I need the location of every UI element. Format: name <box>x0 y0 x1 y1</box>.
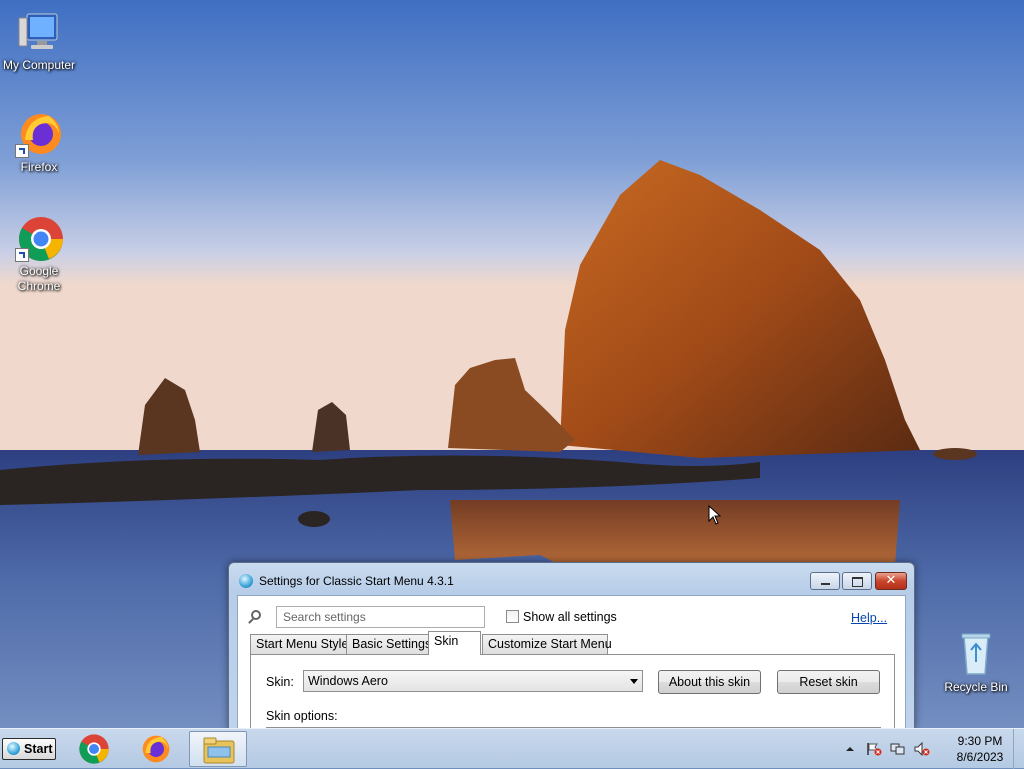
help-link[interactable]: Help... <box>851 611 887 625</box>
computer-icon <box>15 8 63 56</box>
clock-date[interactable]: 8/6/2023 <box>940 750 1020 764</box>
taskbar-app-file-explorer[interactable] <box>189 731 247 767</box>
desktop-icon-label: Google Chrome <box>17 264 61 293</box>
firefox-icon <box>142 735 170 763</box>
desktop-icon-label: Recycle Bin <box>944 680 1008 694</box>
chevron-down-icon <box>630 679 638 684</box>
maximize-button[interactable] <box>842 572 872 590</box>
classic-shell-icon <box>239 574 253 588</box>
action-center-flag-icon[interactable] <box>866 742 882 756</box>
close-button[interactable]: ✕ <box>875 572 907 590</box>
shortcut-arrow-icon <box>15 144 29 158</box>
start-orb-icon <box>7 742 20 755</box>
system-tray: 9:30 PM 8/6/2023 <box>840 729 1024 769</box>
skin-tab-panel: Skin: Windows Aero About this skin Reset… <box>250 654 895 729</box>
reset-skin-button[interactable]: Reset skin <box>777 670 880 694</box>
show-all-settings-label: Show all settings <box>523 610 617 624</box>
tab-skin[interactable]: Skin <box>428 631 481 655</box>
show-all-settings-checkbox[interactable]: Show all settings <box>506 610 617 624</box>
search-icon <box>251 610 261 620</box>
minimize-button[interactable] <box>810 572 840 590</box>
skin-dropdown-value: Windows Aero <box>308 674 388 688</box>
skin-label: Skin: <box>266 675 294 689</box>
tab-customize-start-menu[interactable]: Customize Start Menu <box>482 634 612 654</box>
dialog-client-area: Show all settings Help... Start Menu Sty… <box>237 595 906 729</box>
firefox-icon <box>15 110 63 158</box>
close-icon: ✕ <box>885 573 897 588</box>
dialog-title: Settings for Classic Start Menu 4.3.1 <box>259 574 454 588</box>
file-explorer-icon <box>203 737 235 764</box>
settings-dialog: Settings for Classic Start Menu 4.3.1 ✕ … <box>228 562 915 730</box>
chrome-icon <box>15 214 63 262</box>
tab-basic-settings[interactable]: Basic Settings <box>346 634 431 654</box>
show-desktop-button[interactable] <box>1013 729 1024 769</box>
shortcut-arrow-icon <box>15 248 29 262</box>
skin-options-label: Skin options: <box>266 709 338 723</box>
desktop-icon-recycle-bin[interactable]: Recycle Bin <box>937 630 1015 695</box>
mouse-cursor-icon <box>708 505 722 525</box>
chrome-icon <box>79 734 109 764</box>
checkbox-box[interactable] <box>506 610 519 623</box>
desktop-icon-firefox[interactable]: Firefox <box>0 110 78 175</box>
skin-dropdown[interactable]: Windows Aero <box>303 670 643 692</box>
start-button[interactable]: Start <box>2 738 56 760</box>
search-input[interactable] <box>276 606 485 628</box>
taskbar-app-chrome[interactable] <box>66 731 122 767</box>
desktop-icon-label: My Computer <box>2 58 76 72</box>
desktop-icon-label: Firefox <box>20 160 58 174</box>
network-icon[interactable] <box>890 742 906 756</box>
about-this-skin-button[interactable]: About this skin <box>658 670 761 694</box>
clock-time[interactable]: 9:30 PM <box>940 734 1020 748</box>
dialog-title-bar[interactable]: Settings for Classic Start Menu 4.3.1 ✕ <box>229 563 914 597</box>
desktop-icon-google-chrome[interactable]: Google Chrome <box>0 214 78 294</box>
taskbar: Start 9:30 PM 8/6/2023 <box>0 728 1024 769</box>
volume-muted-icon[interactable] <box>914 741 930 757</box>
tab-start-menu-style[interactable]: Start Menu Style <box>250 634 348 654</box>
desktop-icon-my-computer[interactable]: My Computer <box>0 8 78 73</box>
show-hidden-icons-chevron[interactable] <box>844 742 856 756</box>
start-label: Start <box>24 742 53 756</box>
taskbar-app-firefox[interactable] <box>128 731 184 767</box>
recycle-bin-icon <box>952 630 1000 678</box>
